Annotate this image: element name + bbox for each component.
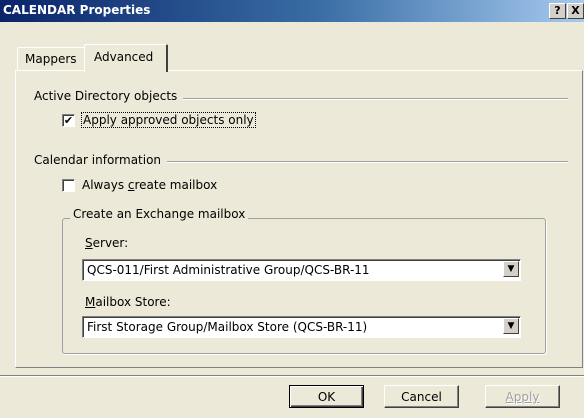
close-button[interactable]: X bbox=[567, 3, 584, 19]
tab-advanced[interactable]: Advanced bbox=[84, 44, 168, 72]
server-combobox[interactable]: QCS-011/First Administrative Group/QCS-B… bbox=[82, 259, 521, 281]
calendar-info-section-title: Calendar information bbox=[34, 153, 168, 167]
apply-button[interactable]: Apply bbox=[485, 385, 560, 408]
create-exchange-mailbox-title: Create an Exchange mailbox bbox=[70, 207, 249, 221]
mailbox-store-label: Mailbox Store: bbox=[85, 295, 171, 309]
tab-mappers-label: Mappers bbox=[25, 52, 77, 66]
active-directory-section-title: Active Directory objects bbox=[34, 89, 184, 103]
mailbox-store-value: First Storage Group/Mailbox Store (QCS-B… bbox=[87, 320, 368, 334]
always-create-mailbox-label[interactable]: Always create mailbox bbox=[82, 178, 217, 192]
mailbox-store-dropdown-button[interactable]: ▼ bbox=[503, 318, 519, 334]
server-label: Server: bbox=[85, 236, 129, 250]
checkmark-icon: ✔ bbox=[63, 114, 74, 127]
mailbox-store-combobox[interactable]: First Storage Group/Mailbox Store (QCS-B… bbox=[82, 316, 521, 338]
ok-button[interactable]: OK bbox=[289, 385, 364, 408]
window-title: CALENDAR Properties bbox=[3, 3, 151, 17]
apply-approved-label[interactable]: Apply approved objects only bbox=[81, 112, 256, 128]
help-button[interactable]: ? bbox=[549, 3, 566, 19]
chevron-down-icon: ▼ bbox=[507, 264, 515, 274]
tab-advanced-label: Advanced bbox=[94, 50, 154, 64]
apply-approved-checkbox[interactable]: ✔ bbox=[62, 114, 75, 127]
server-dropdown-button[interactable]: ▼ bbox=[503, 261, 519, 277]
apply-button-label: Apply bbox=[505, 390, 540, 404]
bottom-separator bbox=[0, 375, 584, 377]
always-create-mailbox-checkbox[interactable] bbox=[62, 179, 75, 192]
server-value: QCS-011/First Administrative Group/QCS-B… bbox=[87, 263, 370, 277]
cancel-button[interactable]: Cancel bbox=[384, 385, 459, 408]
chevron-down-icon: ▼ bbox=[507, 321, 515, 331]
tab-mappers[interactable]: Mappers bbox=[17, 47, 86, 70]
